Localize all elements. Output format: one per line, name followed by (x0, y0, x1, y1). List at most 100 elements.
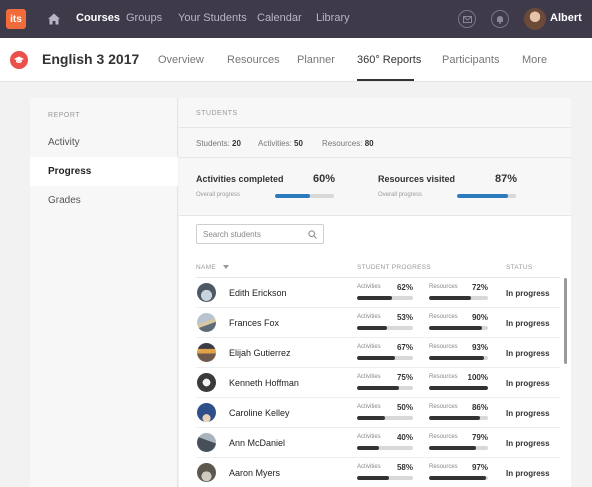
resources-visited-pct: 87% (495, 173, 518, 185)
students-panel: STUDENTS Students: 20 Activities: 50 Res… (179, 98, 571, 487)
search-input[interactable] (203, 229, 303, 240)
resources-visited-label: Resources visited (378, 174, 456, 184)
nav-groups[interactable]: Groups (126, 12, 162, 24)
course-header: English 3 2017 Overview Resources Planne… (0, 38, 592, 82)
activities-progress-bar (357, 476, 413, 480)
table-row[interactable]: Frances Fox Activities 53% Resources 90% In p… (196, 308, 560, 338)
activities-pct: 58% (396, 463, 413, 472)
tab-planner[interactable]: Planner (297, 54, 335, 66)
nav-courses[interactable]: Courses (76, 12, 120, 24)
scrollbar-thumb[interactable] (564, 278, 567, 364)
table-row[interactable]: Ann McDaniel Activities 40% Resources 79% In … (196, 428, 560, 458)
search-icon[interactable] (308, 230, 317, 239)
table-row[interactable]: Aaron Myers Activities 58% Resources 97% In p… (196, 458, 560, 487)
activities-progress-fill (357, 356, 395, 360)
activities-progress-fill (357, 476, 390, 480)
nav-your-students[interactable]: Your Students (178, 12, 247, 24)
activities-label: Activities (357, 314, 381, 320)
tab-overview[interactable]: Overview (158, 54, 204, 66)
resources-label: Resources (429, 404, 458, 410)
activities-label: Activities (357, 374, 381, 380)
status-text: In progress (506, 379, 550, 388)
status-column-header: STATUS (506, 264, 533, 271)
resources-progress-bar (429, 416, 488, 420)
resources-progress-bar (429, 386, 488, 390)
sidebar-item-activity[interactable]: Activity (30, 128, 178, 157)
activities-completed-label: Activities completed (196, 174, 284, 184)
resources-progress-bar (429, 326, 488, 330)
messages-button[interactable] (458, 10, 476, 28)
course-badge (10, 51, 28, 69)
status-text: In progress (506, 349, 550, 358)
tab-360-reports[interactable]: 360° Reports (357, 54, 421, 66)
nav-library[interactable]: Library (316, 12, 350, 24)
resources-progress-fill (429, 296, 472, 300)
activities-progress-fill (357, 386, 399, 390)
students-heading: STUDENTS (196, 110, 238, 117)
student-avatar (197, 343, 216, 362)
sidebar-item-grades[interactable]: Grades (30, 186, 178, 215)
table-row[interactable]: Caroline Kelley Activities 50% Resources 86%… (196, 398, 560, 428)
activities-label: Activities (357, 284, 381, 290)
user-avatar[interactable] (524, 8, 546, 30)
course-title: English 3 2017 (42, 51, 140, 67)
search-box (196, 224, 324, 244)
resources-pct: 93% (471, 343, 488, 352)
activities-progress-bar (357, 446, 413, 450)
resources-progress-bar (429, 476, 488, 480)
activities-label: Activities (357, 434, 381, 440)
tab-participants[interactable]: Participants (442, 54, 499, 66)
student-name[interactable]: Caroline Kelley (229, 408, 290, 418)
student-avatar (197, 373, 216, 392)
notifications-button[interactable] (491, 10, 509, 28)
table-row[interactable]: Edith Erickson Activities 62% Resources 72% I… (196, 278, 560, 308)
tab-more[interactable]: More (522, 54, 547, 66)
resources-pct: 86% (471, 403, 488, 412)
activities-overall-label: Overall progress (196, 192, 241, 198)
resources-progress-fill (429, 416, 480, 420)
student-name[interactable]: Ann McDaniel (229, 438, 285, 448)
activities-pct: 62% (396, 283, 413, 292)
activities-count: Activities: 50 (258, 139, 303, 148)
activities-pct: 50% (396, 403, 413, 412)
activities-label: Activities (357, 404, 381, 410)
resources-pct: 90% (471, 313, 488, 322)
resources-label: Resources (429, 464, 458, 470)
table-row[interactable]: Kenneth Hoffman Activities 75% Resources 100… (196, 368, 560, 398)
student-avatar (197, 403, 216, 422)
name-column-header[interactable]: NAME (196, 264, 216, 271)
resources-label: Resources (429, 284, 458, 290)
nav-calendar[interactable]: Calendar (257, 12, 302, 24)
student-avatar (197, 313, 216, 332)
student-name[interactable]: Frances Fox (229, 318, 279, 328)
student-name[interactable]: Aaron Myers (229, 468, 280, 478)
student-name[interactable]: Kenneth Hoffman (229, 378, 299, 388)
table-row[interactable]: Elijah Gutierrez Activities 67% Resources 93… (196, 338, 560, 368)
student-avatar (197, 463, 216, 482)
resources-progress-fill (429, 356, 484, 360)
activities-progress-bar (357, 326, 413, 330)
resources-overall-bar (457, 194, 516, 198)
resources-pct: 100% (467, 373, 488, 382)
resources-progress-bar (429, 356, 488, 360)
student-avatar (197, 283, 216, 302)
activities-progress-fill (357, 326, 387, 330)
home-icon[interactable] (46, 11, 62, 27)
user-name[interactable]: Albert (550, 12, 582, 24)
resources-label: Resources (429, 344, 458, 350)
activities-label: Activities (357, 464, 381, 470)
student-name[interactable]: Elijah Gutierrez (229, 348, 291, 358)
activities-label: Activities (357, 344, 381, 350)
student-name[interactable]: Edith Erickson (229, 288, 287, 298)
tab-resources[interactable]: Resources (227, 54, 280, 66)
student-avatar (197, 433, 216, 452)
sort-down-icon[interactable] (223, 265, 229, 269)
resources-progress-fill (429, 476, 487, 480)
active-tab-indicator (357, 79, 414, 81)
app-logo[interactable]: its (6, 9, 26, 29)
mail-icon (462, 15, 472, 23)
resources-progress-fill (429, 386, 488, 390)
sidebar-item-progress[interactable]: Progress (30, 157, 178, 186)
report-sidebar: REPORT Activity Progress Grades (30, 98, 178, 487)
activities-progress-bar (357, 296, 413, 300)
